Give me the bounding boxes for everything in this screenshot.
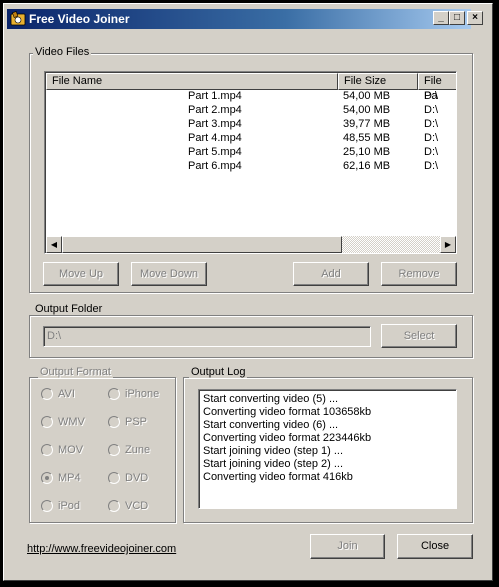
remove-button[interactable]: Remove (381, 262, 457, 286)
website-link[interactable]: http://www.freevideojoiner.com (27, 543, 176, 555)
join-button[interactable]: Join (310, 534, 385, 559)
file-path: D:\ (424, 160, 439, 172)
file-path: D:\ (424, 90, 439, 102)
column-header-file-size[interactable]: File Size (338, 73, 418, 90)
output-folder-label: Output Folder (33, 303, 105, 315)
file-path: D:\ (424, 146, 439, 158)
file-size: 54,00 MB (343, 104, 391, 116)
window-title: Free Video Joiner (29, 12, 130, 26)
move-up-button[interactable]: Move Up (43, 262, 119, 286)
column-header-file-path[interactable]: File Pa (418, 73, 456, 102)
file-size: 39,77 MB (343, 118, 391, 130)
select-folder-button[interactable]: Select (381, 324, 457, 348)
file-size: 54,00 MB (343, 90, 391, 102)
file-row[interactable]: Part 6.mp4 62,16 MB D:\ (46, 159, 456, 173)
maximize-button[interactable]: □ (449, 11, 465, 25)
file-row[interactable]: Part 5.mp4 25,10 MB D:\ (46, 145, 456, 159)
file-path: D:\ (424, 132, 439, 144)
add-button[interactable]: Add (293, 262, 369, 286)
output-folder-path-field[interactable]: D:\ (43, 326, 371, 347)
log-line: Start joining video (step 2) ... (203, 458, 344, 470)
move-down-button[interactable]: Move Down (131, 262, 207, 286)
file-row[interactable]: Part 2.mp4 54,00 MB D:\ (46, 103, 456, 117)
app-window: Free Video Joiner _ □ × Video Files File… (0, 0, 499, 587)
file-name: Part 5.mp4 (188, 146, 242, 158)
scroll-right-button[interactable]: ▶ (440, 236, 456, 253)
close-button[interactable]: Close (397, 534, 473, 559)
file-row[interactable]: Part 3.mp4 39,77 MB D:\ (46, 117, 456, 131)
horizontal-scrollbar[interactable]: ◀ ▶ (46, 236, 456, 253)
file-name: Part 1.mp4 (188, 90, 242, 102)
arrow-left-icon: ◀ (50, 240, 58, 249)
log-line: Start converting video (5) ... (203, 393, 339, 405)
close-window-button[interactable]: × (467, 11, 483, 25)
log-line: Start joining video (step 1) ... (203, 445, 344, 457)
log-line: Converting video format 416kb (203, 471, 353, 483)
maximize-icon: □ (453, 12, 461, 23)
file-row[interactable]: Part 1.mp4 54,00 MB D:\ (46, 89, 456, 103)
output-log-textbox[interactable]: Start converting video (5) ... Convertin… (198, 389, 457, 509)
video-files-label: Video Files (33, 46, 92, 58)
video-file-list[interactable]: File Name File Size File Pa Part 1.mp4 5… (44, 71, 457, 254)
file-name: Part 3.mp4 (188, 118, 242, 130)
minimize-button[interactable]: _ (433, 11, 449, 25)
file-size: 62,16 MB (343, 160, 391, 172)
output-format-label: Output Format (38, 366, 113, 378)
file-row[interactable]: Part 4.mp4 48,55 MB D:\ (46, 131, 456, 145)
arrow-right-icon: ▶ (444, 240, 452, 249)
file-name: Part 4.mp4 (188, 132, 242, 144)
file-name: Part 2.mp4 (188, 104, 242, 116)
file-path: D:\ (424, 118, 439, 130)
film-reel-icon (10, 11, 26, 26)
title-bar[interactable]: Free Video Joiner _ □ × (7, 9, 483, 29)
scroll-thumb[interactable] (62, 236, 342, 253)
close-icon: × (472, 12, 478, 23)
log-line: Converting video format 223446kb (203, 432, 372, 444)
column-header-file-name[interactable]: File Name (46, 73, 338, 90)
file-path: D:\ (424, 104, 439, 116)
file-size: 48,55 MB (343, 132, 391, 144)
file-size: 25,10 MB (343, 146, 391, 158)
log-line: Converting video format 103658kb (203, 406, 372, 418)
scroll-left-button[interactable]: ◀ (46, 236, 62, 253)
output-log-label: Output Log (189, 366, 248, 378)
minimize-icon: _ (438, 12, 444, 23)
log-line: Start converting video (6) ... (203, 419, 339, 431)
file-name: Part 6.mp4 (188, 160, 242, 172)
